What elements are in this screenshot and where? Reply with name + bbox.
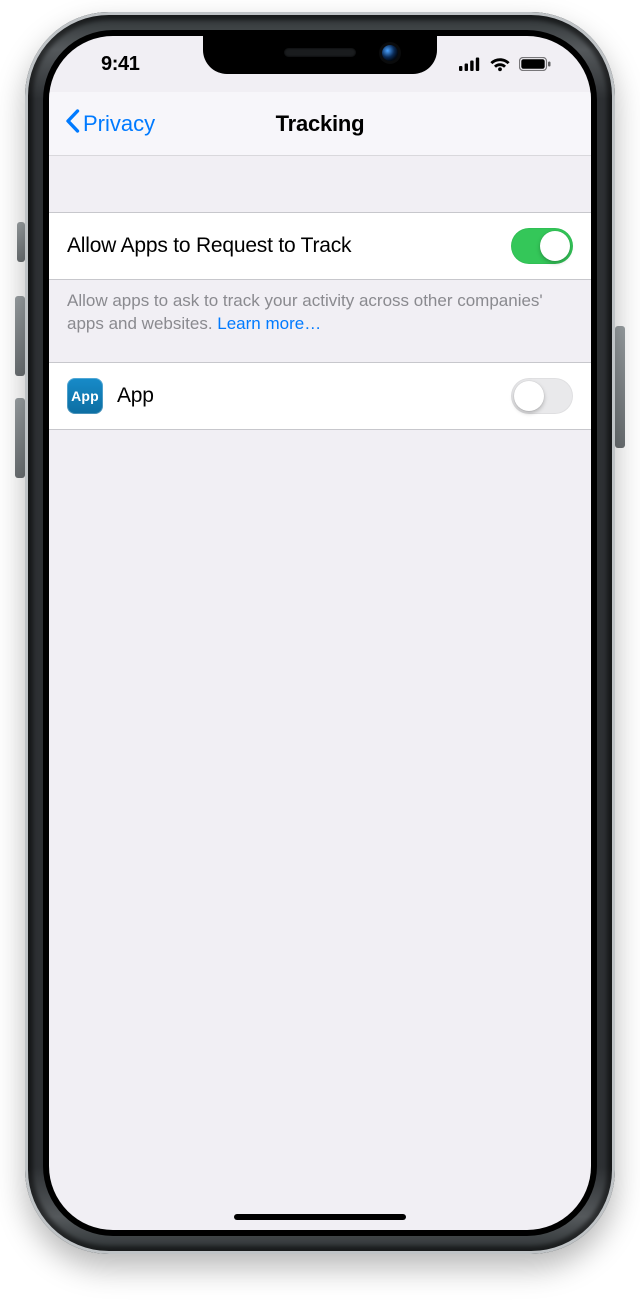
app-row: App App: [49, 362, 591, 430]
allow-tracking-row: Allow Apps to Request to Track: [49, 212, 591, 280]
side-button[interactable]: [615, 326, 625, 448]
status-time: 9:41: [83, 53, 139, 76]
section-footer-note: Allow apps to ask to track your activity…: [49, 280, 591, 336]
device-bezel: 9:41: [43, 30, 597, 1236]
screen: 9:41: [49, 36, 591, 1230]
front-camera: [382, 45, 398, 61]
home-indicator[interactable]: [234, 1214, 406, 1220]
cellular-icon: [459, 57, 481, 71]
battery-icon: [519, 57, 551, 71]
app-label: App: [117, 384, 497, 408]
nav-bar: Privacy Tracking: [49, 92, 591, 156]
allow-tracking-label: Allow Apps to Request to Track: [67, 234, 497, 258]
back-label: Privacy: [83, 111, 155, 137]
volume-up-button[interactable]: [15, 296, 25, 376]
wifi-icon: [489, 56, 511, 72]
volume-down-button[interactable]: [15, 398, 25, 478]
page-title: Tracking: [276, 111, 365, 137]
device-frame: 9:41: [25, 12, 615, 1254]
earpiece-speaker: [284, 48, 356, 57]
chevron-left-icon: [65, 109, 81, 139]
allow-tracking-toggle[interactable]: [511, 228, 573, 264]
content-area: Allow Apps to Request to Track Allow app…: [49, 156, 591, 1230]
app-tracking-toggle[interactable]: [511, 378, 573, 414]
back-button[interactable]: Privacy: [59, 92, 161, 155]
app-icon-text: App: [71, 388, 99, 404]
app-icon: App: [67, 378, 103, 414]
learn-more-link[interactable]: Learn more…: [217, 314, 321, 333]
notch: [203, 36, 437, 74]
ringer-switch[interactable]: [17, 222, 25, 262]
